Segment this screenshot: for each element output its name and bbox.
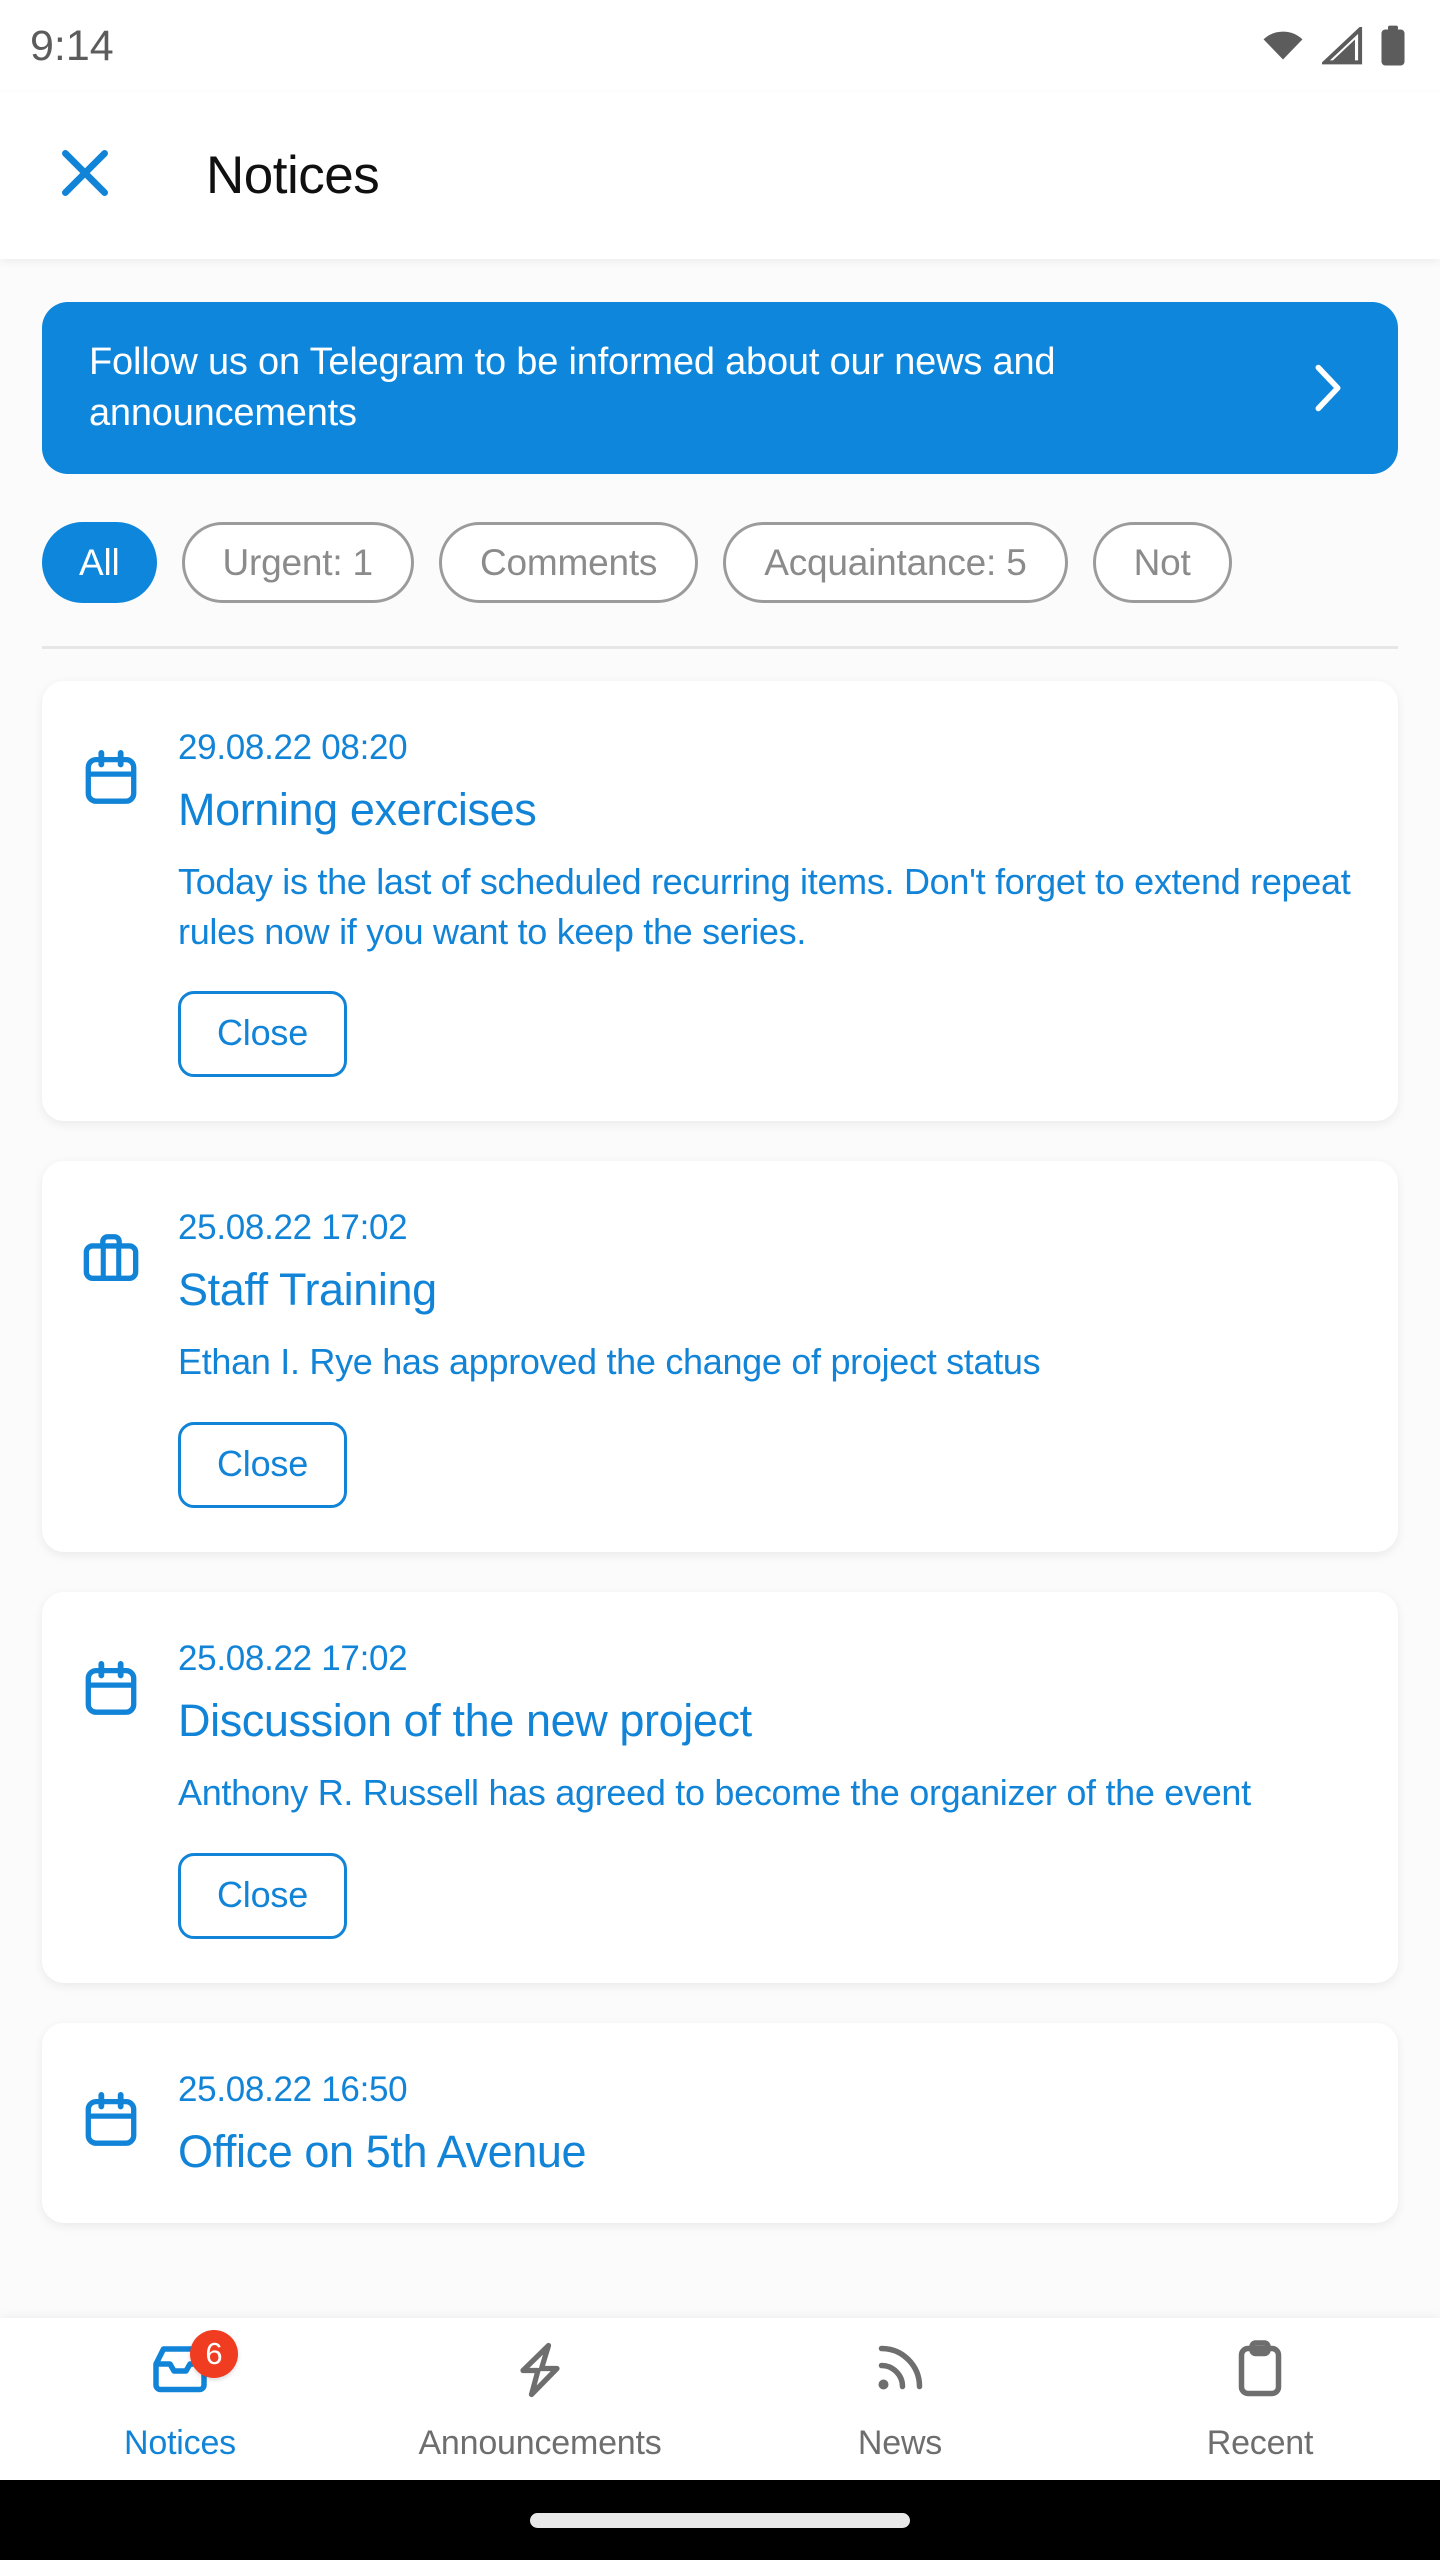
- notice-close-button[interactable]: Close: [178, 1422, 348, 1509]
- home-gesture-handle[interactable]: [530, 2512, 910, 2528]
- notice-card[interactable]: 25.08.22 17:02 Discussion of the new pro…: [42, 1592, 1398, 1983]
- nav-item-news[interactable]: News: [720, 2336, 1080, 2463]
- clipboard-icon: [1230, 2339, 1290, 2405]
- status-bar: 9:14: [0, 0, 1440, 92]
- page-title: Notices: [206, 146, 380, 205]
- notice-body: Ethan I. Rye has approved the change of …: [178, 1341, 1041, 1383]
- nav-item-announcements[interactable]: Announcements: [360, 2336, 720, 2463]
- telegram-promo-banner[interactable]: Follow us on Telegram to be informed abo…: [42, 302, 1398, 474]
- close-button[interactable]: [44, 135, 126, 217]
- notice-title: Office on 5th Avenue: [178, 2125, 587, 2177]
- notice-content: 25.08.22 17:02 Discussion of the new pro…: [178, 1638, 1358, 1939]
- notices-list: 29.08.22 08:20 Morning exercises Today i…: [0, 649, 1440, 2223]
- status-bar-clock: 9:14: [30, 21, 114, 70]
- nav-item-recent[interactable]: Recent: [1080, 2336, 1440, 2463]
- nav-label-news: News: [857, 2424, 943, 2462]
- filter-chips[interactable]: All Urgent: 1 Comments Acquaintance: 5 N…: [0, 474, 1440, 603]
- rss-icon: [870, 2340, 930, 2405]
- notice-timestamp: 25.08.22 17:02: [178, 1208, 408, 1248]
- briefcase-icon: [82, 1207, 178, 1508]
- bottom-navigation: 6 Notices Announcements News Recent: [0, 2318, 1440, 2480]
- lightning-bolt-icon: [510, 2340, 570, 2405]
- cellular-signal-icon: [1322, 27, 1364, 65]
- notice-title: Staff Training: [178, 1264, 437, 1316]
- wifi-icon: [1260, 28, 1306, 64]
- nav-label-notices: Notices: [124, 2424, 236, 2462]
- notice-close-button[interactable]: Close: [178, 991, 348, 1078]
- filter-chip-acquaintance[interactable]: Acquaintance: 5: [723, 522, 1068, 603]
- notice-timestamp: 25.08.22 17:02: [178, 1639, 408, 1679]
- telegram-promo-text: Follow us on Telegram to be informed abo…: [89, 341, 1056, 434]
- notice-timestamp: 25.08.22 16:50: [178, 2069, 408, 2109]
- notice-card[interactable]: 25.08.22 16:50 Office on 5th Avenue: [42, 2022, 1398, 2223]
- notice-body: Today is the last of scheduled recurring…: [178, 861, 1351, 952]
- notices-scroll-area[interactable]: Follow us on Telegram to be informed abo…: [0, 259, 1440, 2318]
- app-header: Notices: [0, 92, 1440, 259]
- notices-badge: 6: [190, 2330, 238, 2378]
- system-gesture-bar: [0, 2480, 1440, 2560]
- notice-card[interactable]: 29.08.22 08:20 Morning exercises Today i…: [42, 681, 1398, 1122]
- notice-title: Discussion of the new project: [178, 1695, 752, 1747]
- nav-icon-container: 6: [150, 2330, 238, 2408]
- status-bar-icons: [1260, 25, 1406, 67]
- nav-icon-container: [1230, 2336, 1290, 2408]
- calendar-icon: [82, 2069, 178, 2179]
- filter-chip-comments[interactable]: Comments: [438, 522, 699, 603]
- notice-title: Morning exercises: [178, 784, 537, 835]
- close-icon: [54, 142, 116, 209]
- notice-content: 25.08.22 17:02 Staff Training Ethan I. R…: [178, 1207, 1358, 1509]
- filter-chip-all[interactable]: All: [42, 522, 157, 603]
- nav-label-announcements: Announcements: [418, 2424, 662, 2462]
- chevron-right-icon: [1298, 360, 1358, 416]
- notice-content: 25.08.22 16:50 Office on 5th Avenue: [178, 2069, 1358, 2179]
- notice-body: Anthony R. Russell has agreed to become …: [178, 1772, 1251, 1814]
- notice-close-button[interactable]: Close: [178, 1852, 348, 1939]
- battery-icon: [1380, 25, 1406, 67]
- notice-content: 29.08.22 08:20 Morning exercises Today i…: [178, 727, 1358, 1078]
- filter-chip-notifications[interactable]: Not: [1092, 522, 1232, 603]
- notice-card[interactable]: 25.08.22 17:02 Staff Training Ethan I. R…: [42, 1161, 1398, 1553]
- nav-icon-container: [870, 2336, 930, 2408]
- notice-timestamp: 29.08.22 08:20: [178, 728, 408, 767]
- nav-label-recent: Recent: [1206, 2424, 1314, 2462]
- calendar-icon: [82, 727, 178, 1077]
- nav-item-notices[interactable]: 6 Notices: [0, 2330, 360, 2463]
- notices-screen: 9:14 Notices Follow us on Telegram to be…: [0, 0, 1440, 2560]
- calendar-icon: [82, 1638, 178, 1939]
- filter-chip-urgent[interactable]: Urgent: 1: [181, 522, 414, 603]
- nav-icon-container: [510, 2336, 570, 2408]
